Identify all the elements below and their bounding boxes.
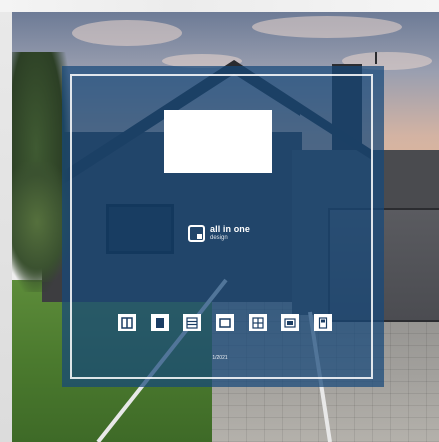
brand-logo: all in one design xyxy=(188,220,250,246)
catalog-cover: all in one design 1/2021 xyxy=(0,0,439,442)
door-wide-panel-icon xyxy=(281,314,300,331)
edition-label: 1/2021 xyxy=(212,355,228,361)
product-icon-row xyxy=(118,314,332,332)
door-horizontal-lines-icon xyxy=(183,314,202,331)
scan-top-edge xyxy=(0,0,439,12)
door-two-panel-icon xyxy=(118,314,136,331)
brand-tagline: design xyxy=(210,235,228,241)
brand-name: all in one xyxy=(210,224,251,234)
door-dark-panel-icon xyxy=(150,314,169,331)
scan-left-edge xyxy=(0,12,12,442)
door-plain-frame-icon xyxy=(215,314,234,331)
door-window-icon xyxy=(313,314,332,331)
logo-mark-icon xyxy=(188,224,205,242)
label-placeholder-box xyxy=(164,110,272,173)
door-double-panel-icon xyxy=(248,314,267,331)
